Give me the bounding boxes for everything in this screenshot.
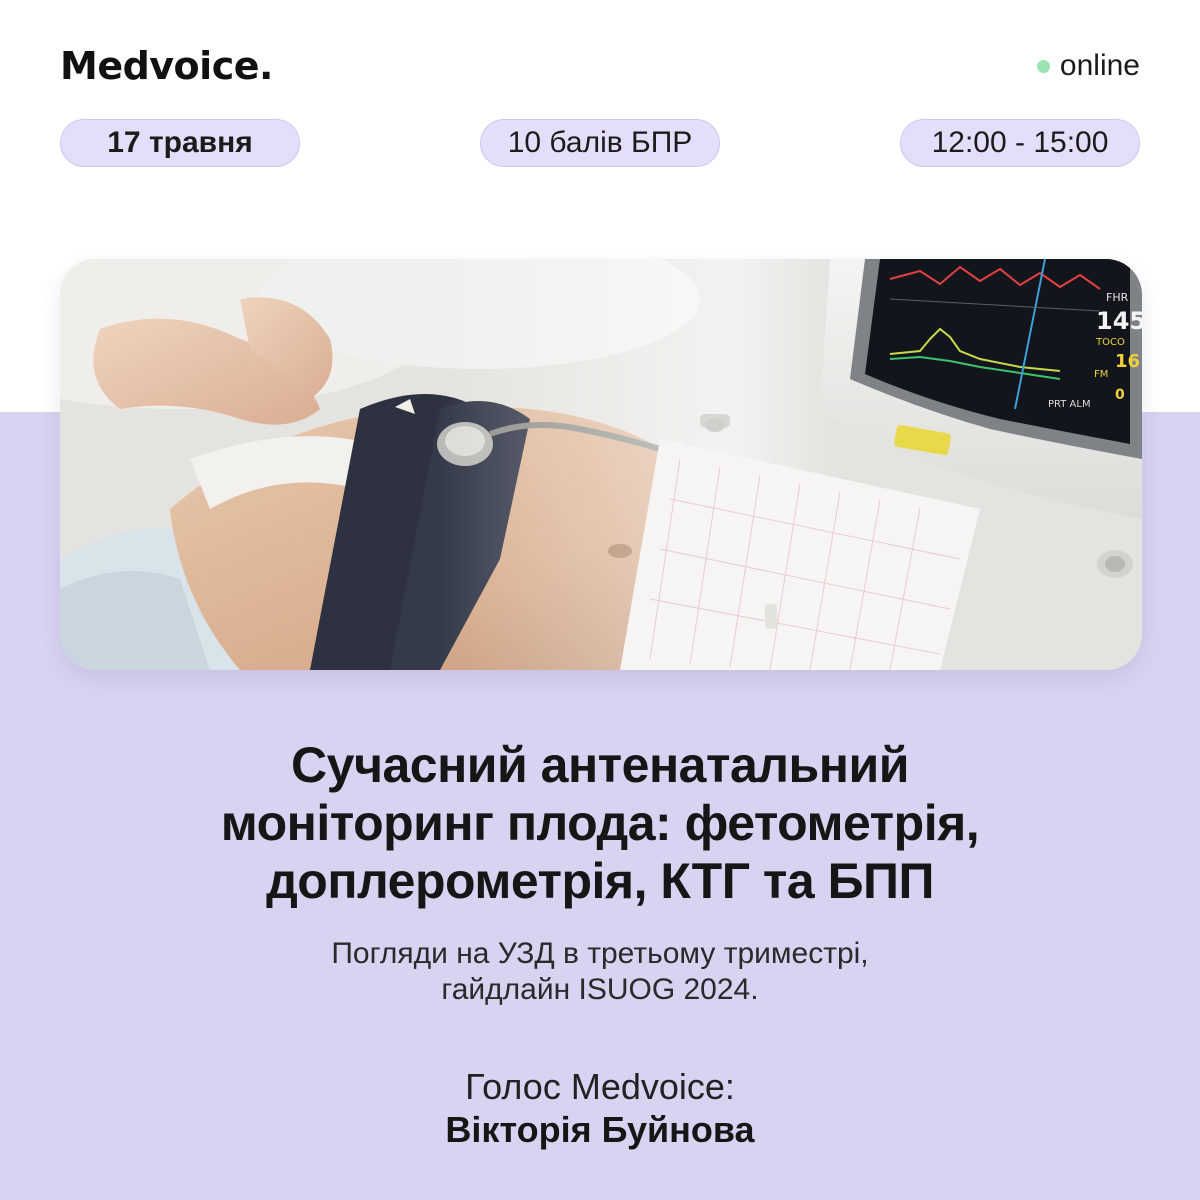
title-line-3: доплерометрія, КТГ та БПП: [266, 853, 934, 909]
alm-value: 0: [1115, 387, 1125, 403]
ctg-monitoring-photo: FHR 145 TOCO 16 FM PRT ALM 0: [60, 259, 1142, 670]
logo-text: Medvoice: [60, 44, 260, 88]
online-dot-icon: [1036, 59, 1050, 73]
webinar-subtitle: Погляди на УЗД в третьому триместрі, гай…: [60, 936, 1140, 1008]
fhr-label: FHR: [1106, 291, 1129, 304]
speaker-label: Голос Medvoice:: [465, 1066, 735, 1107]
toco-value: 16: [1115, 351, 1140, 372]
subtitle-line-1: Погляди на УЗД в третьому триместрі,: [331, 937, 869, 970]
time-pill: 12:00 - 15:00: [900, 119, 1140, 167]
date-pill: 17 травня: [60, 119, 300, 167]
title-line-1: Сучасний антенатальний: [291, 737, 909, 793]
title-line-2: моніторинг плода: фетометрія,: [220, 795, 980, 851]
online-status: online: [1036, 48, 1140, 84]
webinar-title: Сучасний антенатальний моніторинг плода:…: [60, 736, 1140, 910]
speaker-name: Вікторія Буйнова: [445, 1109, 755, 1150]
toco-label: TOCO: [1095, 337, 1125, 348]
cpd-points-pill: 10 балів БПР: [480, 119, 720, 167]
fm-label: FM: [1094, 369, 1108, 380]
medvoice-logo: Medvoice.: [60, 44, 273, 88]
logo-dot: .: [259, 44, 273, 88]
online-label: online: [1059, 49, 1140, 82]
fhr-value: 145: [1096, 307, 1142, 335]
subtitle-line-2: гайдлайн ISUOG 2024.: [441, 973, 759, 1006]
alm-label: PRT ALM: [1048, 399, 1091, 410]
